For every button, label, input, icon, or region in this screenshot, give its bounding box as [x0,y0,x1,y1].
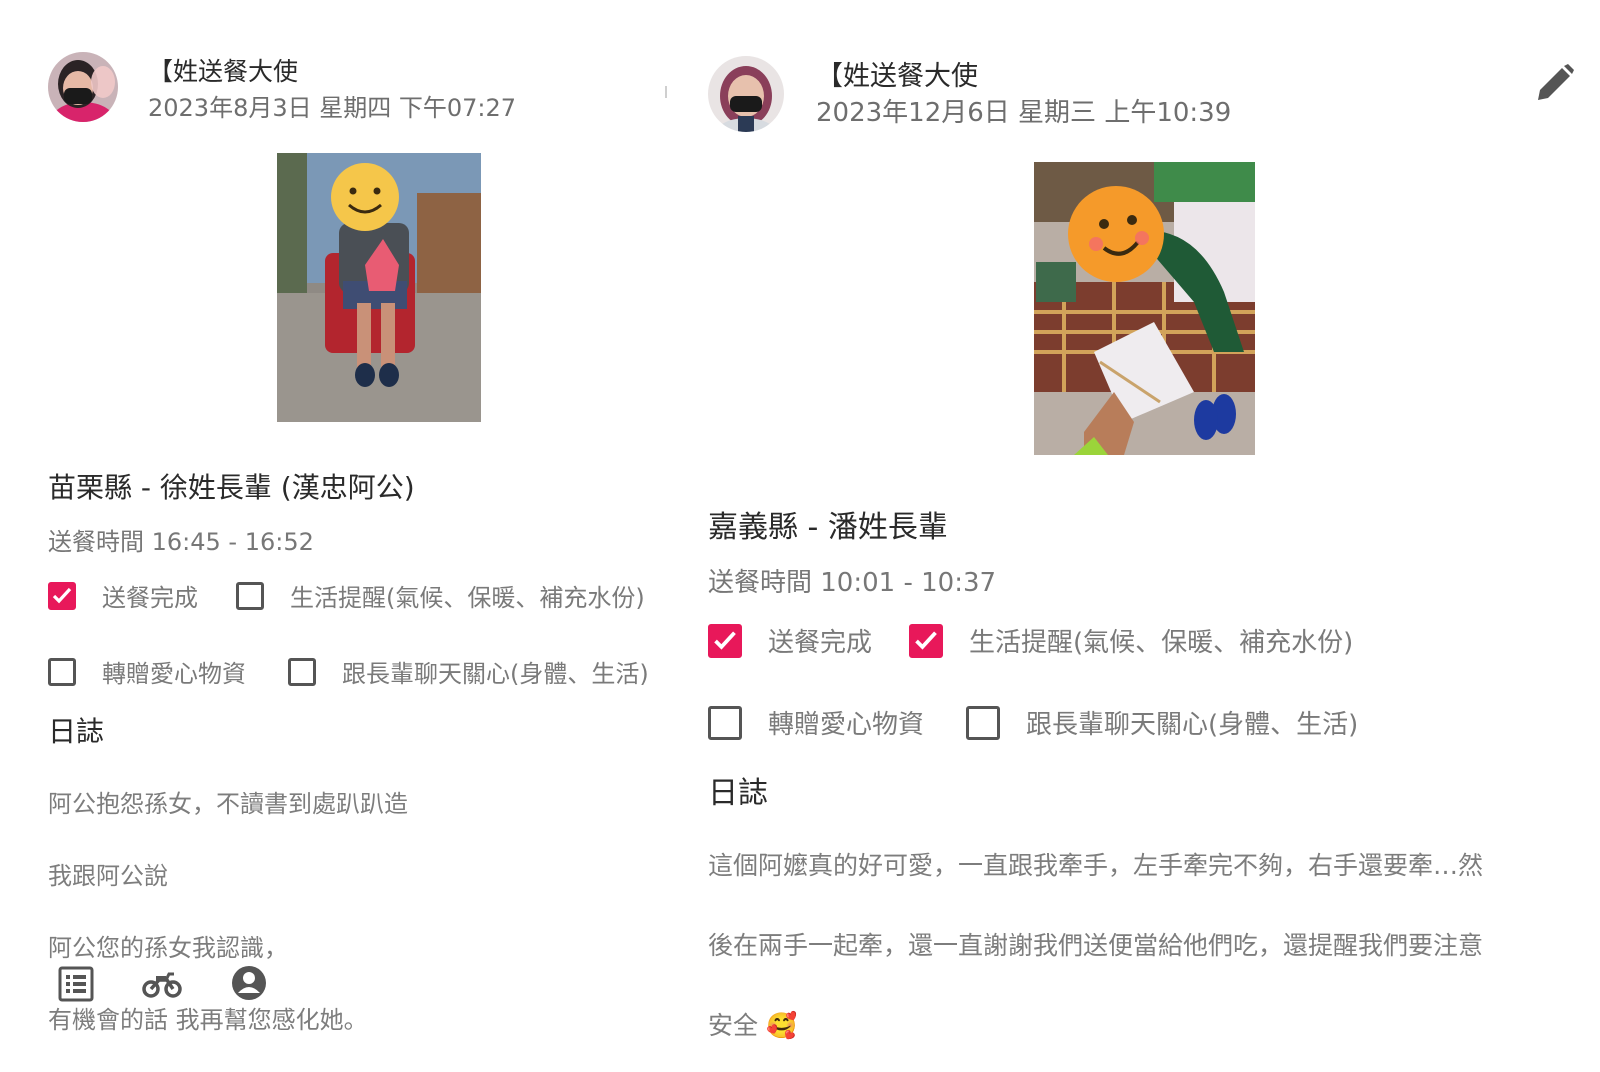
checkbox-delivery-complete[interactable]: 送餐完成 [708,622,872,659]
log-line: 阿公抱怨孫女，不讀書到處趴趴造 [48,790,408,818]
log-line: 阿公您的孫女我認識， [48,934,288,962]
checkbox-unchecked-icon[interactable] [48,657,76,686]
avatar[interactable] [708,56,784,132]
delivery-time: 送餐時間 16:45 - 16:52 [48,528,314,556]
checkbox-label: 送餐完成 [768,628,873,658]
log-line: 這個阿嬤真的好可愛，一直跟我牽手，左手牽完不夠，右手還要牽…然 [708,851,1484,880]
checkbox-life-reminder[interactable]: 生活提醒(氣候、保暖、補充水份) [909,622,1353,659]
checkbox-label: 送餐完成 [102,584,198,612]
post-timestamp: 2023年8月3日 星期四 下午07:27 [148,94,517,122]
checkbox-unchecked-icon[interactable] [236,581,264,610]
checkbox-life-reminder[interactable]: 生活提醒(氣候、保暖、補充水份) [236,578,645,613]
checkbox-label: 轉贈愛心物資 [102,660,246,688]
checkbox-checked-icon[interactable] [909,623,943,658]
motorcycle-icon[interactable] [142,968,182,1004]
log-line: 安全 🥰 [708,1011,798,1040]
post-card: 【姓送餐大使 2023年12月6日 星期三 上午10:39 嘉義縣 - 潘姓長輩… [690,0,1600,1072]
log-title: 日誌 [48,715,105,748]
log-line: 後在兩手一起牽，還一直謝謝我們送便當給他們吃，還提醒我們要注意 [708,931,1484,960]
delivery-photo[interactable] [1034,162,1255,455]
checkbox-donate-supplies[interactable]: 轉贈愛心物資 [708,704,924,741]
elder-title: 苗栗縣 - 徐姓長輩 (漢忠阿公) [48,471,415,504]
checkbox-chat-care[interactable]: 跟長輩聊天關心(身體、生活) [288,654,649,689]
list-icon[interactable] [58,966,94,1006]
checkbox-label: 跟長輩聊天關心(身體、生活) [342,660,649,688]
post-card: 【姓送餐大使 2023年8月3日 星期四 下午07:27 苗栗縣 - 徐姓長輩 … [0,0,690,1072]
account-icon[interactable] [230,964,268,1006]
checkbox-label: 轉贈愛心物資 [768,710,925,740]
edit-icon[interactable] [1534,62,1574,108]
checkbox-delivery-complete[interactable]: 送餐完成 [48,578,198,613]
checkbox-label: 跟長輩聊天關心(身體、生活) [1026,710,1359,740]
log-text: 阿公抱怨孫女，不讀書到處趴趴造 我跟阿公說 阿公您的孫女我認識， 有機會的話 我… [48,750,408,1072]
checkbox-chat-care[interactable]: 跟長輩聊天關心(身體、生活) [966,704,1358,741]
checkbox-checked-icon[interactable] [708,623,742,658]
checkbox-donate-supplies[interactable]: 轉贈愛心物資 [48,654,246,689]
checkbox-unchecked-icon[interactable] [288,657,316,686]
author-name: 【姓送餐大使 [816,61,978,92]
divider [665,86,667,98]
delivery-time: 送餐時間 10:01 - 10:37 [708,568,997,598]
elder-title: 嘉義縣 - 潘姓長輩 [708,510,948,545]
checkbox-label: 生活提醒(氣候、保暖、補充水份) [969,628,1354,658]
checkbox-checked-icon[interactable] [48,581,76,610]
checkbox-unchecked-icon[interactable] [966,705,1000,740]
avatar[interactable] [48,52,118,122]
log-line: 有機會的話 我再幫您感化她。 [48,1006,368,1034]
post-timestamp: 2023年12月6日 星期三 上午10:39 [816,98,1232,128]
delivery-photo[interactable] [277,153,481,422]
log-line: 我跟阿公說 [48,862,168,890]
checkbox-label: 生活提醒(氣候、保暖、補充水份) [290,584,645,612]
author-name: 【姓送餐大使 [148,57,299,86]
page: 【姓送餐大使 2023年8月3日 星期四 下午07:27 苗栗縣 - 徐姓長輩 … [0,0,1600,1072]
log-text: 這個阿嬤真的好可愛，一直跟我牽手，左手牽完不夠，右手還要牽…然 後在兩手一起牽，… [708,806,1483,1072]
checkbox-unchecked-icon[interactable] [708,705,742,740]
